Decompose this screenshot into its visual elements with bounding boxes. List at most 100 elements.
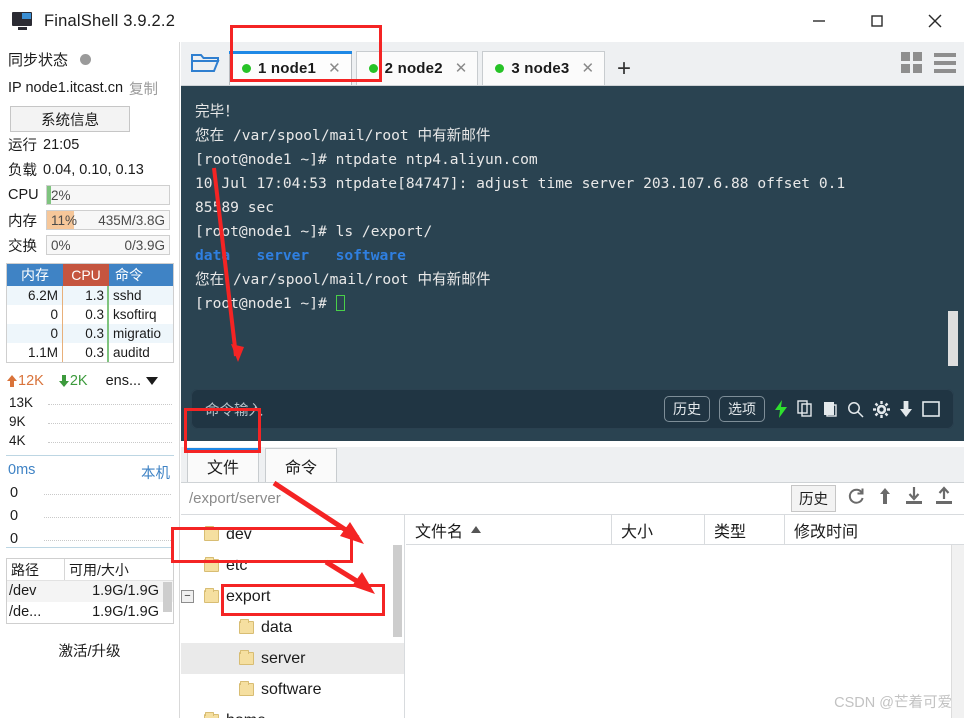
folder-open-icon[interactable]: [181, 41, 229, 85]
process-command: auditd: [113, 345, 150, 360]
status-dot-icon: [242, 64, 251, 73]
file-panel-tab-2[interactable]: 命令: [265, 448, 337, 482]
terminal-scrollbar[interactable]: [948, 311, 958, 366]
sync-status-row: 同步状态: [0, 44, 179, 74]
network-interface-label: ens...: [105, 373, 142, 389]
process-table[interactable]: 内存 CPU 命令 6.2M 1.3 sshd 0 0.3 ksoftirq 0 0.3 mig…: [6, 263, 174, 363]
process-command: ksoftirq: [113, 307, 157, 322]
tree-node-label: dev: [226, 525, 252, 543]
process-col-command[interactable]: 命令: [109, 264, 173, 286]
lightning-icon[interactable]: [774, 400, 788, 418]
file-list[interactable]: 文件名 大小 类型 修改时间: [406, 514, 964, 718]
paste-icon[interactable]: [822, 400, 838, 418]
current-path[interactable]: /export/server: [189, 490, 281, 507]
network-interface-select[interactable]: ens...: [105, 373, 159, 389]
sort-ascending-icon: [471, 526, 482, 533]
terminal-history-button[interactable]: 历史: [664, 396, 710, 422]
minimize-icon[interactable]: [790, 0, 848, 42]
tree-node-data[interactable]: data: [181, 612, 404, 643]
tree-node-software[interactable]: software: [181, 674, 404, 705]
process-row[interactable]: 0 0.3 ksoftirq: [7, 305, 173, 324]
system-info-button[interactable]: 系统信息: [10, 106, 130, 132]
terminal-panel[interactable]: 完毕！ 您在 /var/spool/mail/root 中有新邮件 [root@no…: [181, 86, 964, 441]
arrow-up-icon: [7, 375, 17, 387]
copy-link[interactable]: 复制: [129, 78, 158, 99]
file-col-modified[interactable]: 修改时间: [784, 514, 964, 545]
meter-detail: 0/3.9G: [124, 237, 165, 253]
terminal-line: 85589 sec: [195, 199, 275, 216]
process-cpu: 0.3: [63, 305, 109, 324]
tree-node-home[interactable]: home: [181, 705, 404, 718]
disk-scrollbar[interactable]: [163, 582, 172, 612]
disk-col-size[interactable]: 可用/大小: [65, 559, 173, 580]
ping-y-1: 0: [10, 508, 19, 524]
gear-icon[interactable]: [873, 400, 890, 418]
session-tab-1[interactable]: 1 node1 ✕: [229, 51, 352, 85]
file-col-name[interactable]: 文件名: [406, 515, 611, 545]
disk-row[interactable]: /de... 1.9G/1.9G: [7, 602, 173, 623]
load-value: 0.04, 0.10, 0.13: [43, 161, 144, 178]
maximize-icon[interactable]: [848, 0, 906, 42]
close-icon[interactable]: ✕: [328, 61, 341, 76]
ping-y-labels: 0 0 0: [10, 482, 18, 551]
folder-icon: [239, 619, 254, 634]
process-memory: 6.2M: [7, 286, 63, 305]
disk-row[interactable]: /dev 1.9G/1.9G: [7, 581, 173, 602]
meter-label: 交换: [8, 238, 37, 255]
file-list-vertical-scrollbar[interactable]: [951, 545, 964, 718]
status-dot-icon: [495, 64, 505, 73]
command-input-bar[interactable]: 命令输入 历史 选项: [191, 389, 954, 429]
tree-node-export[interactable]: − export: [181, 581, 404, 612]
network-y-tick: 4K: [9, 433, 26, 448]
ping-y-0: 0: [10, 485, 19, 501]
disk-table[interactable]: 路径 可用/大小 /dev 1.9G/1.9G/de... 1.9G/1.9G: [6, 558, 174, 624]
hamburger-menu-icon[interactable]: [934, 52, 956, 73]
session-tab-2[interactable]: 2 node2 ✕: [355, 51, 479, 85]
close-icon[interactable]: ✕: [581, 61, 594, 76]
command-input[interactable]: 命令输入: [205, 399, 263, 420]
tree-node-etc[interactable]: etc: [181, 550, 404, 581]
file-panel-tab-1[interactable]: 文件: [187, 448, 259, 482]
directory-tree[interactable]: devetc−exportdataserversoftwarehomelibli…: [181, 515, 405, 718]
download-icon[interactable]: [899, 400, 913, 418]
process-row[interactable]: 0 0.3 migratio: [7, 324, 173, 343]
collapse-icon[interactable]: −: [181, 590, 194, 603]
meter-row-CPU: CPU 2%: [0, 183, 179, 207]
file-col-type[interactable]: 类型: [704, 514, 784, 545]
file-history-button[interactable]: 历史: [791, 485, 836, 512]
file-col-size[interactable]: 大小: [611, 514, 704, 545]
copy-icon[interactable]: [797, 400, 813, 418]
tree-scrollbar[interactable]: [393, 545, 402, 637]
search-icon[interactable]: [847, 401, 864, 418]
arrow-up-icon[interactable]: [876, 486, 894, 511]
disk-col-path[interactable]: 路径: [7, 559, 65, 580]
tree-node-server[interactable]: server: [181, 643, 404, 674]
grid-view-icon[interactable]: [901, 52, 922, 73]
resource-meters: CPU 2% 内存 11% 435M/3.8G 交换 0% 0/3.9G: [0, 183, 179, 257]
window-icon[interactable]: [922, 401, 940, 417]
folder-icon: [204, 588, 219, 603]
tree-node-dev[interactable]: dev: [181, 519, 404, 550]
new-tab-button[interactable]: +: [609, 57, 641, 85]
session-tab-3[interactable]: 3 node3 ✕: [482, 51, 606, 85]
terminal-line: [root@node1 ~]# ls /export/: [195, 223, 433, 240]
folder-icon: [239, 650, 254, 665]
download-icon[interactable]: [904, 486, 924, 511]
ping-latency: 0ms: [8, 462, 36, 478]
activate-upgrade-link[interactable]: 激活/升级: [0, 640, 179, 661]
process-row[interactable]: 1.1M 0.3 auditd: [7, 343, 173, 362]
process-memory: 0: [7, 324, 63, 343]
network-summary: 12K 2K ens...: [0, 368, 179, 394]
process-col-memory[interactable]: 内存: [7, 264, 63, 286]
arrow-down-icon: [58, 375, 69, 387]
process-command: sshd: [113, 288, 142, 303]
refresh-icon[interactable]: [846, 486, 866, 511]
process-row[interactable]: 6.2M 1.3 sshd: [7, 286, 173, 305]
process-command: migratio: [113, 326, 162, 341]
close-icon[interactable]: ✕: [455, 61, 468, 76]
window-controls: [790, 0, 964, 42]
process-col-cpu[interactable]: CPU: [63, 264, 109, 286]
upload-icon[interactable]: [934, 486, 954, 511]
terminal-options-button[interactable]: 选项: [719, 396, 765, 422]
close-icon[interactable]: [906, 0, 964, 42]
